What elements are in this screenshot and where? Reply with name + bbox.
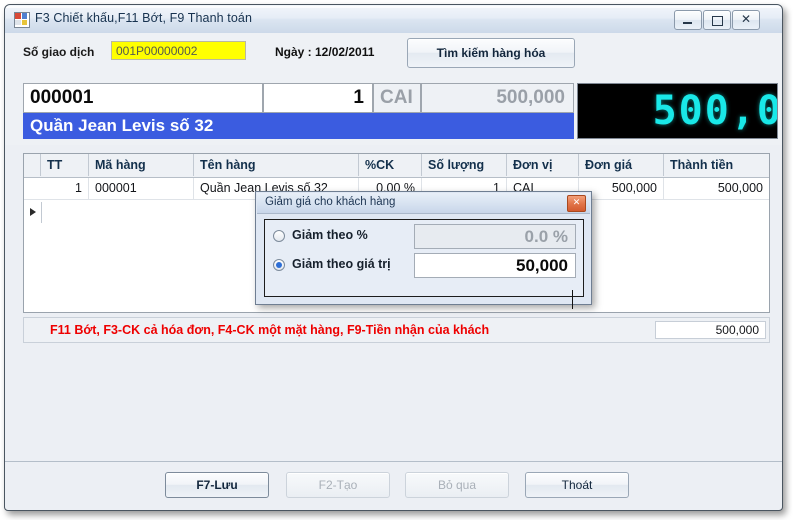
exit-button[interactable]: Thoát <box>525 472 629 498</box>
discount-dialog: Giảm giá cho khách hàng ✕ Giảm theo % Gi… <box>255 191 592 309</box>
entry-code-input[interactable]: 000001 <box>23 83 263 113</box>
grid-header-ma-hang[interactable]: Mã hàng <box>89 154 194 176</box>
date-label: Ngày : 12/02/2011 <box>275 45 375 59</box>
grid-header-don-vi[interactable]: Đơn vị <box>507 154 579 176</box>
discount-percent-input[interactable]: 0.0 % <box>414 224 576 249</box>
minimize-button[interactable] <box>674 10 702 30</box>
entry-price-field: 500,000 <box>421 83 574 113</box>
dialog-title: Giảm giá cho khách hàng <box>265 196 396 208</box>
led-display-value: 500,0 <box>652 88 778 134</box>
text-caret <box>572 290 573 309</box>
entry-zone: 000001 1 CAI 500,000 Quần Jean Levis số … <box>5 73 782 145</box>
radio-value-icon[interactable] <box>273 259 285 271</box>
discount-amount-input[interactable]: 50,000 <box>414 253 576 309</box>
window-title: F3 Chiết khấu,F11 Bớt, F9 Thanh toán <box>35 11 253 25</box>
grid-header-row: TT Mã hàng Tên hàng %CK Số lượng Đơn vị … <box>24 154 769 178</box>
cell-thanh-tien: 500,000 <box>717 181 763 195</box>
grid-header-indicator <box>24 154 41 176</box>
maximize-button[interactable] <box>703 10 731 30</box>
hotkey-hint-text: F11 Bớt, F3-CK cả hóa đơn, F4-CK một mặt… <box>50 323 490 337</box>
transaction-number-label: Số giao dịch <box>23 45 95 59</box>
grid-header-tt[interactable]: TT <box>41 154 89 176</box>
separator-line <box>5 461 782 462</box>
radio-percent-label: Giảm theo % <box>292 228 368 242</box>
skip-button: Bỏ qua <box>405 472 509 498</box>
hotkey-hint-bar: F11 Bớt, F3-CK cả hóa đơn, F4-CK một mặt… <box>23 317 770 343</box>
grid-header-ten-hang[interactable]: Tên hàng <box>194 154 359 176</box>
hint-total-field[interactable]: 500,000 <box>655 321 766 339</box>
application-window: F3 Chiết khấu,F11 Bớt, F9 Thanh toán ✕ S… <box>4 4 783 511</box>
dialog-body: Giảm theo % Giảm theo giá trị 0.0 % 50,0… <box>264 219 584 309</box>
entry-quantity-input[interactable]: 1 <box>263 83 373 113</box>
transaction-number-input[interactable]: 001P00000002 <box>111 41 246 60</box>
search-product-button[interactable]: Tìm kiếm hàng hóa <box>407 38 575 68</box>
close-glyph: ✕ <box>740 12 752 26</box>
create-button: F2-Tạo <box>286 472 390 498</box>
radio-value-label: Giảm theo giá trị <box>292 257 391 271</box>
save-button[interactable]: F7-Lưu <box>165 472 269 498</box>
grid-header-so-luong[interactable]: Số lượng <box>422 154 507 176</box>
grid-header-don-gia[interactable]: Đơn giá <box>579 154 664 176</box>
close-icon[interactable]: ✕ <box>732 10 760 30</box>
grid-header-ck[interactable]: %CK <box>359 154 422 176</box>
dialog-close-icon[interactable]: ✕ <box>567 195 586 212</box>
titlebar-gloss <box>6 6 781 8</box>
summary-form: Loại ngoại tệ USD Đồng dolla Mỹ Tỷ giá 1… <box>5 349 782 449</box>
grid-header-thanh-tien[interactable]: Thành tiền <box>664 154 769 176</box>
header-strip: Số giao dịch 001P00000002 Ngày : 12/02/2… <box>5 33 782 74</box>
form-icon <box>14 12 30 28</box>
dialog-title-bar: Giảm giá cho khách hàng ✕ <box>257 193 590 214</box>
title-bar: F3 Chiết khấu,F11 Bớt, F9 Thanh toán ✕ <box>5 5 782 34</box>
entry-unit-field: CAI <box>373 83 421 113</box>
radio-percent-icon[interactable] <box>273 230 285 242</box>
entry-product-name-banner: Quần Jean Levis số 32 <box>23 113 574 139</box>
row-indicator-icon <box>24 202 42 223</box>
led-display-panel: 500,0 <box>577 83 778 139</box>
cell-ma-hang: 000001 <box>89 178 194 199</box>
cell-tt: 1 <box>41 178 89 199</box>
